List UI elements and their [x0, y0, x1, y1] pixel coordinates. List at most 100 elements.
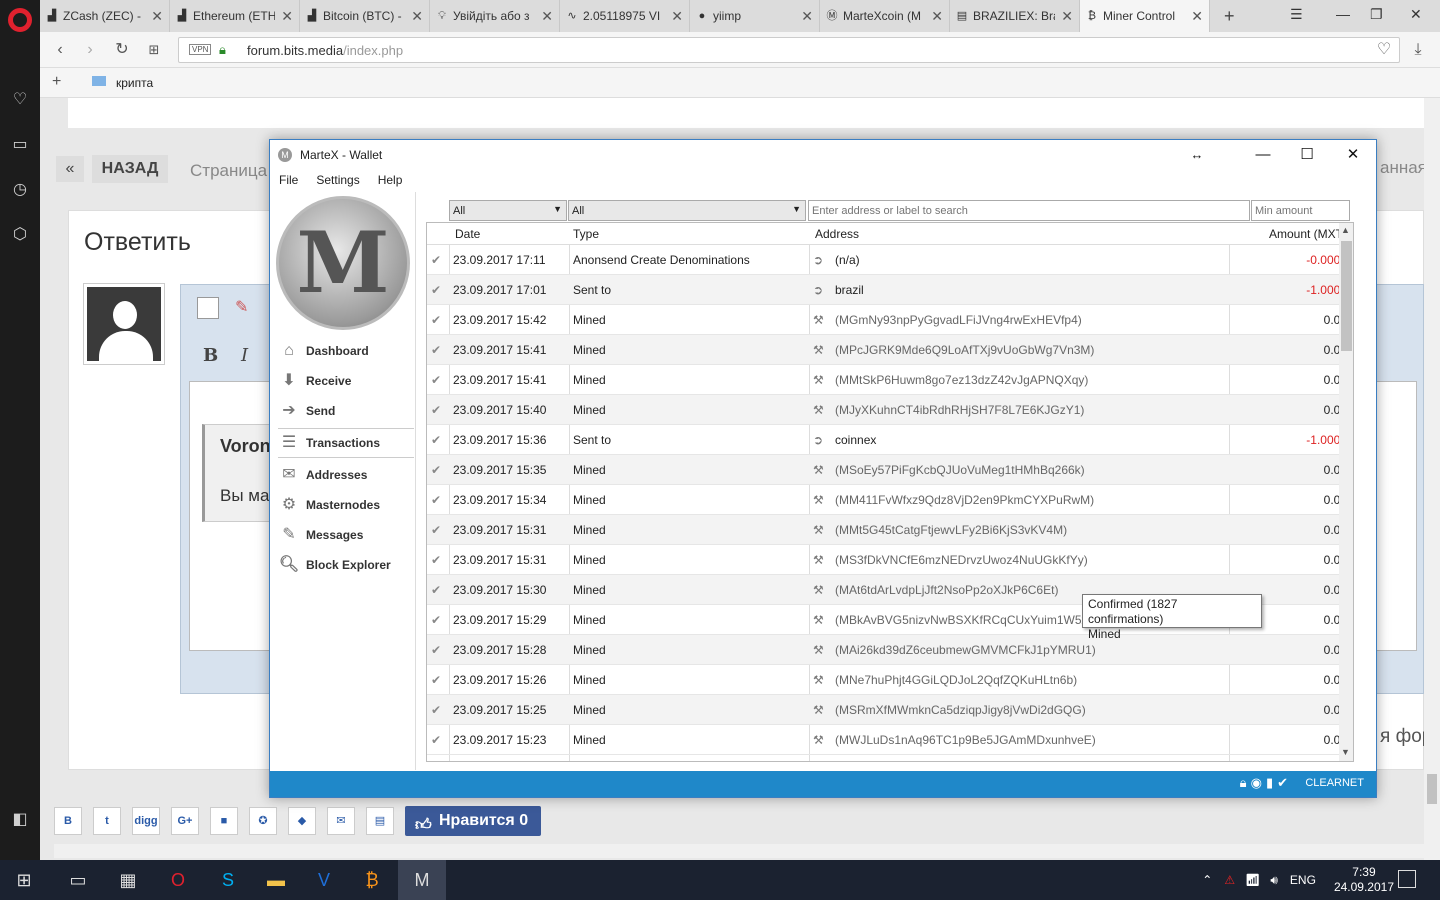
- opera-taskbar-icon[interactable]: O: [154, 860, 202, 900]
- table-row[interactable]: ✔ 23.09.2017 15:25 Mined ⚒ (MSRmXfMWmknCa5dz…: [427, 695, 1347, 725]
- volume-icon[interactable]: 🔊︎: [1270, 873, 1278, 888]
- antivirus-icon[interactable]: ⚠: [1224, 873, 1235, 887]
- social-share-button[interactable]: t: [93, 807, 121, 835]
- restore-browser-icon[interactable]: ❐: [1370, 6, 1383, 23]
- source-icon[interactable]: [197, 297, 219, 319]
- tab[interactable]: ₿ Miner Control ✕: [1080, 0, 1210, 32]
- tab[interactable]: ▟ Ethereum (ETH ✕: [170, 0, 300, 32]
- scroll-up-icon[interactable]: ▲: [1341, 225, 1350, 235]
- type-filter-select[interactable]: All ▼: [568, 200, 806, 221]
- news-icon[interactable]: ▭: [10, 135, 30, 155]
- bookmark-heart-icon[interactable]: ♡: [1374, 40, 1394, 60]
- social-share-button[interactable]: ◆: [288, 807, 316, 835]
- skype-icon[interactable]: S: [204, 860, 252, 900]
- tab[interactable]: ▤ BRAZILIEX: Bra ✕: [950, 0, 1080, 32]
- eraser-icon[interactable]: ✎: [235, 297, 248, 317]
- sidebar-item-masternodes[interactable]: ⚙ Masternodes: [278, 492, 414, 518]
- add-bookmark-icon[interactable]: +: [52, 73, 61, 91]
- column-date[interactable]: Date: [455, 227, 480, 241]
- menu-item[interactable]: File: [270, 170, 307, 192]
- download-icon[interactable]: ⤓: [1408, 40, 1428, 60]
- martex-taskbar-icon[interactable]: M: [398, 860, 446, 900]
- maximize-button[interactable]: ☐: [1284, 140, 1330, 170]
- sidebar-item-messages[interactable]: ✎ Messages: [278, 522, 414, 548]
- table-row[interactable]: ✔ 23.09.2017 15:41 Mined ⚒ (MMtSkP6Huwm8go7e…: [427, 365, 1347, 395]
- tab-close-icon[interactable]: ✕: [151, 8, 163, 25]
- vpn-badge[interactable]: VPN: [189, 44, 212, 55]
- sync-icon[interactable]: ◉: [1251, 775, 1266, 790]
- social-share-button[interactable]: ✪: [249, 807, 277, 835]
- task-view-icon[interactable]: ▭: [54, 860, 102, 900]
- column-amount[interactable]: Amount (MXT): [1235, 227, 1347, 241]
- file-explorer-icon[interactable]: ▬: [252, 860, 300, 900]
- close-browser-icon[interactable]: ✕: [1410, 6, 1422, 23]
- sidebar-item-block-explorer[interactable]: 🔍︎ Block Explorer: [278, 552, 414, 578]
- column-type[interactable]: Type: [573, 227, 599, 241]
- back-button[interactable]: НАЗАД: [92, 155, 168, 183]
- italic-icon[interactable]: I: [241, 345, 248, 366]
- tab[interactable]: ▟ Bitcoin (BTC) - ✕: [300, 0, 430, 32]
- lock-icon[interactable]: 🔒︎: [219, 42, 226, 58]
- start-button[interactable]: ⊞: [0, 860, 48, 900]
- synced-check-icon[interactable]: ✔: [1277, 775, 1292, 790]
- table-row[interactable]: ✔ 23.09.2017 15:42 Mined ⚒ (MGmNy93npPyGgvad…: [427, 305, 1347, 335]
- social-share-button[interactable]: G+: [171, 807, 199, 835]
- menu-item[interactable]: Settings: [307, 170, 368, 192]
- social-share-button[interactable]: B: [54, 807, 82, 835]
- sidebar-item-dashboard[interactable]: ⌂ Dashboard: [278, 338, 414, 364]
- table-row[interactable]: ✔ 23.09.2017 15:31 Mined ⚒ (MS3fDkVNCfE6mzNE…: [427, 545, 1347, 575]
- language-indicator[interactable]: ENG: [1290, 873, 1316, 887]
- sidebar-item-receive[interactable]: ⬇ Receive: [278, 368, 414, 394]
- reload-icon[interactable]: ↻: [112, 40, 132, 60]
- opera-logo-icon[interactable]: [8, 8, 32, 32]
- speed-dial-icon[interactable]: ⊞: [144, 40, 164, 60]
- minimize-browser-icon[interactable]: —: [1336, 6, 1350, 22]
- tab-close-icon[interactable]: ✕: [1061, 8, 1073, 25]
- address-search-input[interactable]: [808, 200, 1250, 221]
- tab[interactable]: Ⓜ MarteXcoin (M ✕: [820, 0, 950, 32]
- table-row[interactable]: ✔ 23.09.2017 15:34 Mined ⚒ (MM411FvWfxz9Qdz8…: [427, 485, 1347, 515]
- table-row[interactable]: ✔ 23.09.2017 15:31 Mined ⚒ (MMt5G45tCatgFtje…: [427, 515, 1347, 545]
- minimize-button[interactable]: —: [1240, 140, 1286, 170]
- column-address[interactable]: Address: [815, 227, 859, 241]
- table-row[interactable]: ✔ 23.09.2017 15:36 Sent to ➲ coinnex -1.0004: [427, 425, 1347, 455]
- sidebar-item-addresses[interactable]: ✉ Addresses: [278, 462, 414, 488]
- tab-close-icon[interactable]: ✕: [411, 8, 423, 25]
- tab[interactable]: ▟ ZCash (ZEC) - ✕: [40, 0, 170, 32]
- v-app-icon[interactable]: V: [300, 860, 348, 900]
- table-row[interactable]: ✔ 23.09.2017 15:26 Mined ⚒ (MNe7huPhjt4GGiLQ…: [427, 665, 1347, 695]
- bitcoin-app-icon[interactable]: ₿: [348, 860, 396, 900]
- min-amount-input[interactable]: [1251, 200, 1350, 221]
- sidebar-item-transactions[interactable]: ☰ Transactions: [278, 428, 414, 458]
- extensions-icon[interactable]: ⬡: [10, 225, 30, 245]
- lock-icon[interactable]: 🔒︎: [1240, 775, 1251, 790]
- url-input[interactable]: VPN 🔒︎ forum.bits.media/index.php: [178, 37, 1400, 63]
- scroll-down-icon[interactable]: ▼: [1341, 747, 1350, 757]
- tray-chevron-icon[interactable]: ⌃: [1202, 873, 1212, 887]
- new-tab-icon[interactable]: +: [1224, 6, 1235, 27]
- heart-icon[interactable]: ♡: [10, 90, 30, 110]
- bookmark-folder[interactable]: крипта: [116, 76, 153, 90]
- calculator-icon[interactable]: ▦: [104, 860, 152, 900]
- like-button[interactable]: 👍︎ Нравится 0: [405, 806, 541, 836]
- table-row[interactable]: ✔ 23.09.2017 15:40 Mined ⚒ (MJyXKuhnCT4ibRdh…: [427, 395, 1347, 425]
- tab[interactable]: ● yiimp ✕: [690, 0, 820, 32]
- history-icon[interactable]: ◷: [10, 180, 30, 200]
- first-page-button[interactable]: «: [56, 156, 84, 182]
- forward-icon[interactable]: ›: [80, 40, 100, 60]
- social-share-button[interactable]: digg: [132, 807, 160, 835]
- tab-close-icon[interactable]: ✕: [541, 8, 553, 25]
- clock[interactable]: 7:39 24.09.2017: [1334, 865, 1394, 895]
- table-row[interactable]: ✔ 23.09.2017 17:01 Sent to ➲ brazil -1.0004: [427, 275, 1347, 305]
- back-icon[interactable]: ‹: [50, 40, 70, 60]
- close-button[interactable]: ✕: [1330, 140, 1376, 170]
- sidebar-toggle-icon[interactable]: ◧: [10, 810, 30, 830]
- social-share-button[interactable]: ■: [210, 807, 238, 835]
- table-scrollbar-thumb[interactable]: [1341, 241, 1352, 351]
- network-icon[interactable]: 📶︎: [1245, 873, 1260, 887]
- tab-close-icon[interactable]: ✕: [1191, 8, 1203, 25]
- table-row[interactable]: ✔ 23.09.2017 15:41 Mined ⚒ (MPcJGRK9Mde6Q9Lo…: [427, 335, 1347, 365]
- connections-icon[interactable]: ▮: [1266, 775, 1277, 790]
- menu-item[interactable]: Help: [369, 170, 412, 192]
- tab-close-icon[interactable]: ✕: [801, 8, 813, 25]
